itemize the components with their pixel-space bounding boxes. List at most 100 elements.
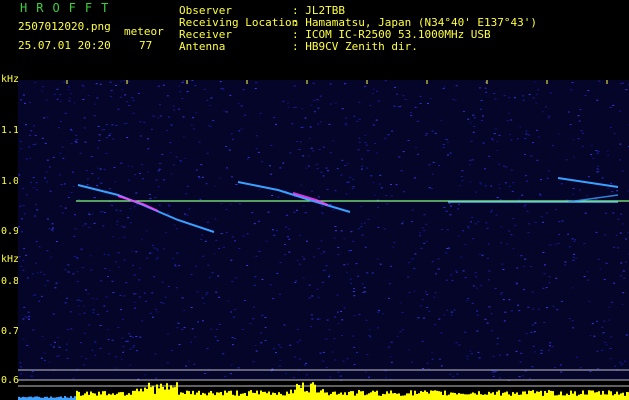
noise-speck: [207, 264, 210, 266]
level-bar: [594, 392, 596, 400]
level-bar: [552, 391, 554, 400]
noise-speck: [428, 310, 431, 312]
noise-speck: [462, 230, 465, 232]
noise-speck: [442, 146, 445, 148]
noise-speck: [485, 91, 488, 93]
noise-speck: [340, 230, 343, 232]
noise-speck: [498, 187, 501, 189]
noise-speck: [377, 206, 380, 208]
noise-speck: [527, 306, 530, 308]
noise-speck: [615, 234, 618, 236]
noise-speck: [310, 326, 312, 327]
noise-speck: [353, 115, 356, 117]
level-bar: [572, 393, 574, 400]
noise-speck: [150, 128, 153, 130]
noise-speck: [394, 86, 397, 88]
noise-speck: [589, 371, 592, 372]
noise-speck: [56, 88, 59, 90]
noise-speck: [103, 305, 106, 307]
noise-speck: [288, 228, 291, 230]
noise-speck: [425, 223, 428, 225]
noise-speck: [91, 173, 94, 175]
noise-speck: [32, 177, 35, 179]
noise-speck: [230, 259, 233, 261]
noise-speck: [603, 279, 606, 280]
level-bar: [184, 394, 186, 400]
noise-speck: [97, 177, 100, 179]
noise-speck: [494, 98, 497, 100]
noise-speck: [328, 274, 331, 276]
noise-speck: [609, 348, 612, 349]
level-bar: [490, 393, 492, 400]
noise-speck: [620, 275, 623, 277]
noise-speck: [201, 297, 204, 299]
level-bar: [494, 394, 496, 400]
noise-speck: [108, 188, 111, 190]
noise-speck: [194, 85, 197, 87]
noise-speck: [29, 157, 32, 159]
noise-speck: [121, 318, 124, 320]
noise-speck: [537, 308, 540, 310]
noise-speck: [561, 220, 564, 222]
noise-speck: [295, 141, 298, 142]
noise-speck: [491, 138, 493, 139]
noise-speck: [442, 88, 445, 89]
level-bar: [264, 391, 266, 400]
noise-speck: [112, 292, 115, 294]
noise-speck: [462, 111, 465, 112]
noise-speck: [83, 127, 86, 129]
noise-speck: [595, 198, 598, 200]
noise-speck: [299, 235, 302, 236]
noise-speck: [227, 300, 230, 302]
noise-speck: [111, 204, 113, 206]
noise-speck: [255, 82, 258, 84]
noise-speck: [487, 279, 490, 281]
noise-speck: [476, 310, 479, 312]
level-bar: [614, 394, 616, 400]
noise-speck: [195, 169, 198, 171]
noise-speck: [211, 272, 214, 274]
noise-speck: [364, 86, 367, 88]
noise-speck: [548, 282, 551, 284]
noise-speck: [25, 254, 28, 256]
noise-speck: [35, 182, 38, 184]
noise-speck: [340, 310, 343, 312]
noise-speck: [301, 108, 304, 110]
noise-speck: [317, 123, 320, 125]
level-bar: [406, 393, 408, 400]
noise-speck: [91, 349, 94, 351]
noise-speck: [237, 367, 240, 369]
noise-speck: [18, 226, 21, 228]
noise-speck: [558, 133, 561, 135]
noise-speck: [305, 374, 308, 376]
noise-speck: [83, 305, 86, 307]
noise-speck: [70, 192, 73, 193]
noise-speck: [390, 265, 393, 267]
noise-speck: [352, 179, 355, 181]
noise-speck: [258, 220, 260, 222]
noise-speck: [427, 368, 430, 370]
noise-speck: [82, 225, 85, 227]
noise-speck: [283, 324, 286, 326]
level-bar: [546, 392, 548, 400]
noise-speck: [141, 178, 144, 180]
noise-speck: [328, 329, 331, 331]
noise-speck: [192, 117, 195, 119]
noise-speck: [104, 268, 107, 269]
level-bar: [128, 393, 130, 400]
y-tick-1-0: 1.0: [1, 176, 20, 187]
noise-speck: [481, 254, 484, 256]
level-bar: [214, 395, 216, 400]
noise-speck: [499, 199, 502, 201]
noise-speck: [508, 299, 511, 301]
level-bar: [292, 393, 294, 400]
noise-speck: [539, 195, 542, 196]
noise-speck: [604, 342, 607, 343]
noise-speck: [76, 299, 79, 301]
noise-speck: [191, 80, 194, 81]
level-bar: [204, 393, 206, 400]
noise-speck: [183, 157, 186, 159]
noise-speck: [231, 344, 234, 346]
noise-speck: [464, 244, 467, 246]
noise-speck: [138, 296, 141, 298]
